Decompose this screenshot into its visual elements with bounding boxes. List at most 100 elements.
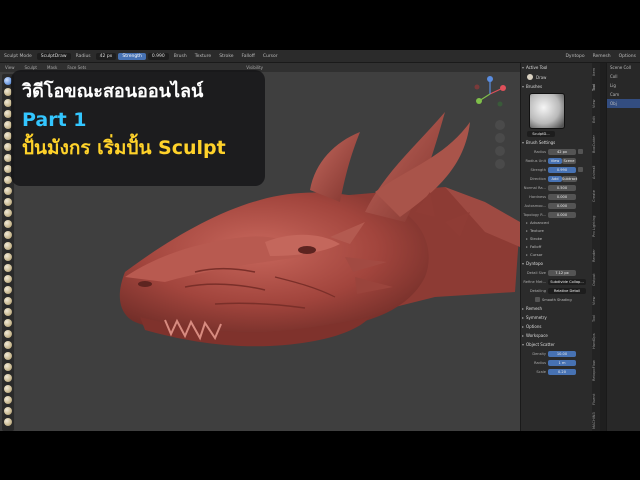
menu-texture[interactable]: Texture	[192, 53, 214, 60]
tab-fluent[interactable]: Fluent	[592, 389, 600, 409]
detail-size-field[interactable]: 7.12 px	[548, 269, 576, 276]
tab-tool[interactable]: Tool	[592, 81, 600, 95]
nudge-brush-icon[interactable]	[4, 297, 12, 305]
tab-pro-lighting[interactable]: Pro Lighting	[592, 209, 600, 243]
menu-view[interactable]: View	[0, 65, 20, 70]
brush-settings-section[interactable]: Brush Settings	[521, 138, 592, 147]
strength-pressure-icon[interactable]	[578, 167, 583, 172]
zoom-icon[interactable]	[495, 120, 505, 130]
density-field[interactable]: 10.00	[548, 350, 576, 357]
stroke-subpanel[interactable]: Stroke	[521, 235, 592, 243]
active-tool-row[interactable]: Draw	[521, 72, 592, 82]
mode-selector[interactable]: Sculpt Mode	[1, 53, 35, 60]
workspace-section[interactable]: Workspace	[521, 331, 592, 340]
fill-brush-icon[interactable]	[4, 198, 12, 206]
transform-icon[interactable]	[4, 418, 12, 426]
scale-field[interactable]: 0.20	[548, 368, 576, 375]
cloth-brush-icon[interactable]	[4, 341, 12, 349]
direction-add-option[interactable]: Add	[548, 175, 562, 182]
radius-field[interactable]: 42 px	[95, 52, 117, 60]
box-hide-icon[interactable]	[4, 396, 12, 404]
brush-name-field[interactable]: SculptD...	[527, 130, 555, 137]
boundary-brush-icon[interactable]	[4, 330, 12, 338]
strength-prop-field[interactable]: 0.990	[548, 166, 576, 173]
box-mask-icon[interactable]	[4, 385, 12, 393]
tab-machin3[interactable]: MACHIN3	[592, 411, 600, 431]
snake-hook-brush-icon[interactable]	[4, 264, 12, 272]
cursor-subpanel[interactable]: Cursor	[521, 251, 592, 259]
menu-brush[interactable]: Brush	[171, 53, 190, 60]
tab-tool-2[interactable]: Tool	[592, 311, 600, 327]
menu-dyntopo[interactable]: Dyntopo	[562, 53, 587, 60]
tab-retopoflow[interactable]: RetopoFlow	[592, 355, 600, 387]
pinch-brush-icon[interactable]	[4, 231, 12, 239]
pose-brush-icon[interactable]	[4, 286, 12, 294]
radius-unit-scene-option[interactable]: Scene	[562, 157, 576, 164]
refine-method-row: Refine Met... Subdivide Collap...	[521, 277, 592, 286]
tab-view-2[interactable]: View	[592, 293, 600, 309]
texture-subpanel[interactable]: Texture	[521, 227, 592, 235]
tab-render[interactable]: Render	[592, 245, 600, 267]
scrape-brush-icon[interactable]	[4, 209, 12, 217]
navigation-gizmo[interactable]	[470, 74, 510, 114]
outliner-light[interactable]: Lig	[607, 81, 640, 90]
tab-animall[interactable]: Animall	[592, 161, 600, 183]
symmetry-section[interactable]: Symmetry	[521, 313, 592, 322]
outliner-scene-collection[interactable]: Scene Coll	[607, 63, 640, 72]
flatten-brush-icon[interactable]	[4, 187, 12, 195]
tab-view[interactable]: View	[592, 97, 600, 111]
thumb-brush-icon[interactable]	[4, 275, 12, 283]
autosmooth-field[interactable]: 0.000	[548, 202, 576, 209]
tab-create[interactable]: Create	[592, 185, 600, 207]
detailing-dropdown[interactable]: Relative Detail	[548, 287, 586, 294]
tab-hardops[interactable]: HardOps	[592, 329, 600, 353]
slide-relax-brush-icon[interactable]	[4, 319, 12, 327]
radius-pressure-icon[interactable]	[578, 149, 583, 154]
tab-item[interactable]: Item	[592, 65, 600, 79]
topology-field[interactable]: 0.000	[548, 211, 576, 218]
remesh-section[interactable]: Remesh	[521, 304, 592, 313]
simplify-brush-icon[interactable]	[4, 352, 12, 360]
menu-cursor[interactable]: Cursor	[260, 53, 281, 60]
tab-output[interactable]: Output	[592, 269, 600, 291]
falloff-subpanel[interactable]: Falloff	[521, 243, 592, 251]
outliner-collection[interactable]: Coll	[607, 72, 640, 81]
options-section[interactable]: Options	[521, 322, 592, 331]
active-tool-section[interactable]: Active Tool	[521, 63, 592, 72]
refine-method-dropdown[interactable]: Subdivide Collap...	[548, 278, 586, 285]
pan-icon[interactable]	[495, 133, 505, 143]
dyntopo-section[interactable]: Dyntopo	[521, 259, 592, 268]
draw-face-sets-icon[interactable]	[4, 374, 12, 382]
object-scatter-section[interactable]: Object Scatter	[521, 340, 592, 349]
menu-stroke[interactable]: Stroke	[216, 53, 236, 60]
brush-selector[interactable]: SculptDraw	[36, 52, 71, 60]
brushes-section[interactable]: Brushes	[521, 82, 592, 91]
outliner-camera[interactable]: Cam	[607, 90, 640, 99]
scale-row: Scale 0.20	[521, 367, 592, 376]
brush-preview-image[interactable]	[529, 93, 565, 129]
grid-icon[interactable]	[495, 159, 505, 169]
tab-boxcutter[interactable]: BoxCutter	[592, 129, 600, 159]
menu-options[interactable]: Options	[616, 53, 639, 60]
scatter-radius-field[interactable]: 1 m	[548, 359, 576, 366]
radius-prop-field[interactable]: 42 px	[548, 148, 576, 155]
mask-brush-icon[interactable]	[4, 363, 12, 371]
elastic-deform-brush-icon[interactable]	[4, 253, 12, 261]
menu-remesh[interactable]: Remesh	[590, 53, 614, 60]
direction-subtract-option[interactable]: Subtract	[562, 175, 578, 182]
tab-edit[interactable]: Edit	[592, 113, 600, 127]
grab-brush-icon[interactable]	[4, 242, 12, 250]
menu-falloff[interactable]: Falloff	[239, 53, 258, 60]
mesh-filter-icon[interactable]	[4, 407, 12, 415]
camera-icon[interactable]	[495, 146, 505, 156]
outliner-object[interactable]: Obj	[607, 99, 640, 108]
radius-unit-view-option[interactable]: View	[548, 157, 562, 164]
strength-label[interactable]: Strength	[118, 52, 146, 60]
advanced-subpanel[interactable]: Advanced	[521, 219, 592, 227]
rotate-brush-icon[interactable]	[4, 308, 12, 316]
hardness-field[interactable]: 0.000	[548, 193, 576, 200]
smooth-shading-checkbox[interactable]	[535, 297, 540, 302]
normal-radius-field[interactable]: 0.500	[548, 184, 576, 191]
multiplane-scrape-brush-icon[interactable]	[4, 220, 12, 228]
strength-field[interactable]: 0.990	[147, 52, 169, 60]
